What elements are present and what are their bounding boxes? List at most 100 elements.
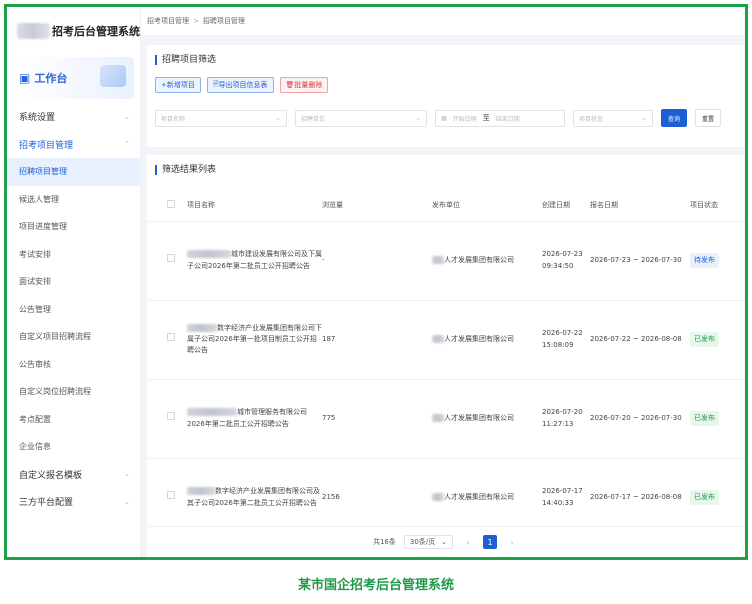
sidebar-item[interactable]: 三方平台配置 ⌄ — [7, 488, 140, 516]
signup-cell: 2026-07-22 ~ 2026-08-08 — [590, 300, 690, 380]
chevron-down-icon: ⌄ — [124, 112, 130, 121]
add-project-button[interactable]: +新增项目 — [155, 77, 201, 93]
row-checkbox[interactable] — [167, 333, 175, 342]
redacted-name — [187, 487, 215, 496]
results-table: 项目名称 浏览量 发布单位 创建日期 报名日期 项目状态 城市建设发展有限公司及… — [147, 189, 745, 538]
redacted-name — [187, 250, 231, 259]
sidebar-item-label: 自定义报名模板 — [19, 470, 83, 481]
reset-button[interactable]: 重置 — [695, 109, 721, 127]
figure-caption: 某市国企招考后台管理系统 — [297, 578, 454, 593]
table-row[interactable]: 数字经济产业发展集团有限公司下属子公司2026年第一批项目制员工公开招聘公告 18… — [147, 300, 745, 380]
action-buttons: +新增项目 🗎 导出项目信息表 🗑 批量删除 — [155, 77, 737, 93]
unit-name: 人才发展集团有限公司 — [444, 334, 514, 343]
brand: 招考后台管理系统 — [7, 7, 140, 55]
batch-delete-button[interactable]: 🗑 批量删除 — [279, 77, 329, 93]
sidebar-item[interactable]: 考试安排 — [7, 241, 140, 269]
row-checkbox-cell[interactable] — [147, 379, 187, 459]
workbench-nav[interactable]: ▣ 工作台 — [13, 57, 134, 99]
page-size-select[interactable]: 30条/页 ⌄ — [403, 535, 454, 549]
sidebar-item-label: 招聘项目管理 — [19, 167, 67, 177]
search-button[interactable]: 查询 — [661, 109, 687, 127]
unit-cell: 人才发展集团有限公司 — [432, 221, 542, 301]
project-name-cell[interactable]: 城市建设发展有限公司及下属子公司2026年第二批员工公开招聘公告 — [187, 221, 322, 301]
start-date-placeholder: 开始日期 — [452, 115, 477, 123]
status-select[interactable]: 项目状态 ⌄ — [573, 109, 653, 127]
sidebar-item[interactable]: 自定义项目招聘流程 — [7, 323, 140, 351]
status-badge: 待发布 — [690, 252, 719, 269]
sidebar-item[interactable]: 公告管理 — [7, 296, 140, 324]
views-cell: 775 — [322, 379, 432, 459]
sidebar-item[interactable]: 公告审核 — [7, 351, 140, 379]
status-cell: 已发布 — [690, 300, 745, 380]
table-body: 城市建设发展有限公司及下属子公司2026年第二批员工公开招聘公告 - 人才发展集团有… — [147, 221, 745, 538]
current-page-button[interactable]: 1 — [483, 535, 498, 549]
created-cell: 2026-07-23 09:34:50 — [542, 221, 590, 301]
sidebar-item-label: 三方平台配置 — [19, 498, 74, 509]
screenshot-frame: 招考后台管理系统 ▣ 工作台 系统设置 ⌄ 招考项目管理 ⌃ 招聘项目管理 候选人管理 项目… — [4, 4, 748, 560]
row-checkbox[interactable] — [167, 412, 175, 421]
redacted-unit — [432, 334, 444, 343]
end-date-placeholder: 结束日期 — [495, 115, 520, 123]
sidebar-item[interactable]: 项目进度管理 — [7, 213, 140, 241]
date-range-picker[interactable]: ▦ 开始日期 至 结束日期 — [435, 109, 565, 127]
unit-select[interactable]: 招聘单位 ⌄ — [295, 109, 427, 127]
created-time: 09:34:50 — [542, 261, 574, 270]
redacted-unit — [432, 492, 444, 501]
project-name-placeholder: 项目名称 — [161, 115, 186, 123]
header-status: 项目状态 — [690, 189, 745, 222]
unit-name: 人才发展集团有限公司 — [444, 492, 514, 501]
sidebar-item[interactable]: 自定义岗位招聘流程 — [7, 378, 140, 406]
status-cell: 已发布 — [690, 379, 745, 459]
header-project-name: 项目名称 — [187, 189, 322, 222]
chevron-down-icon: ⌄ — [124, 470, 130, 479]
project-name-select[interactable]: 项目名称 ⌄ — [155, 109, 287, 127]
sidebar-item[interactable]: 企业信息 — [7, 433, 140, 461]
chevron-down-icon: ⌄ — [124, 497, 130, 506]
sidebar-item-label: 候选人管理 — [19, 194, 59, 204]
sidebar-item[interactable]: 面试安排 — [7, 268, 140, 296]
sidebar-item[interactable]: 系统设置 ⌄ — [7, 103, 140, 131]
export-button[interactable]: 🗎 导出项目信息表 — [206, 77, 274, 93]
next-page-button[interactable]: › — [505, 535, 519, 549]
created-date: 2026-07-22 — [542, 329, 583, 338]
sidebar-item[interactable]: 招考项目管理 ⌃ — [7, 131, 140, 159]
header-signup: 报名日期 — [590, 189, 690, 222]
created-date: 2026-07-23 — [542, 250, 583, 259]
workbench-illustration — [100, 65, 126, 87]
sidebar-item[interactable]: 招聘项目管理 — [7, 158, 140, 186]
project-name-cell[interactable]: 城市管理服务有限公司2026年第二批员工公开招聘公告 — [187, 379, 322, 459]
main-content: 招考项目管理 > 招聘项目管理 招聘项目筛选 +新增项目 🗎 导出项目信息表 🗑… — [141, 7, 745, 557]
sidebar-item[interactable]: 候选人管理 — [7, 186, 140, 214]
project-name-cell[interactable]: 数字经济产业发展集团有限公司下属子公司2026年第一批项目制员工公开招聘公告 — [187, 300, 322, 380]
views-cell: - — [322, 221, 432, 301]
table-row[interactable]: 城市建设发展有限公司及下属子公司2026年第二批员工公开招聘公告 - 人才发展集团有… — [147, 221, 745, 301]
header-checkbox-cell[interactable] — [147, 189, 187, 222]
sidebar-item[interactable]: 自定义报名模板 ⌄ — [7, 461, 140, 489]
row-checkbox-cell[interactable] — [147, 221, 187, 301]
views-cell: 187 — [322, 300, 432, 380]
row-checkbox[interactable] — [167, 491, 175, 500]
sidebar-item-label: 面试安排 — [19, 277, 51, 287]
brand-logo — [17, 23, 50, 39]
total-count: 共16条 — [372, 538, 396, 546]
breadcrumb-parent[interactable]: 招考项目管理 — [147, 16, 189, 26]
sidebar-item[interactable]: 考点配置 — [7, 406, 140, 434]
unit-placeholder: 招聘单位 — [301, 115, 326, 123]
created-date: 2026-07-20 — [542, 408, 583, 417]
signup-cell: 2026-07-20 ~ 2026-07-30 — [590, 379, 690, 459]
unit-name: 人才发展集团有限公司 — [444, 255, 514, 264]
row-checkbox-cell[interactable] — [147, 300, 187, 380]
chevron-down-icon: ⌄ — [441, 538, 448, 546]
select-all-checkbox[interactable] — [167, 199, 175, 208]
pagination: 共16条 30条/页 ⌄ ‹ 1 › — [147, 526, 745, 557]
chevron-down-icon: ⌄ — [415, 114, 421, 122]
chevron-up-icon: ⌃ — [124, 140, 130, 149]
breadcrumb-current: 招聘项目管理 — [202, 17, 245, 25]
created-time: 15:08:09 — [542, 340, 574, 349]
chevron-down-icon: ⌄ — [275, 114, 281, 122]
row-checkbox[interactable] — [167, 254, 175, 263]
sidebar-menu: 系统设置 ⌄ 招考项目管理 ⌃ 招聘项目管理 候选人管理项目进度管理 考试安排面试安排公告管… — [7, 103, 140, 516]
table-row[interactable]: 城市管理服务有限公司2026年第二批员工公开招聘公告 775 人才发展集团有限公司 2… — [147, 379, 745, 459]
prev-page-button[interactable]: ‹ — [461, 535, 475, 549]
created-time: 14:40:33 — [542, 498, 574, 507]
